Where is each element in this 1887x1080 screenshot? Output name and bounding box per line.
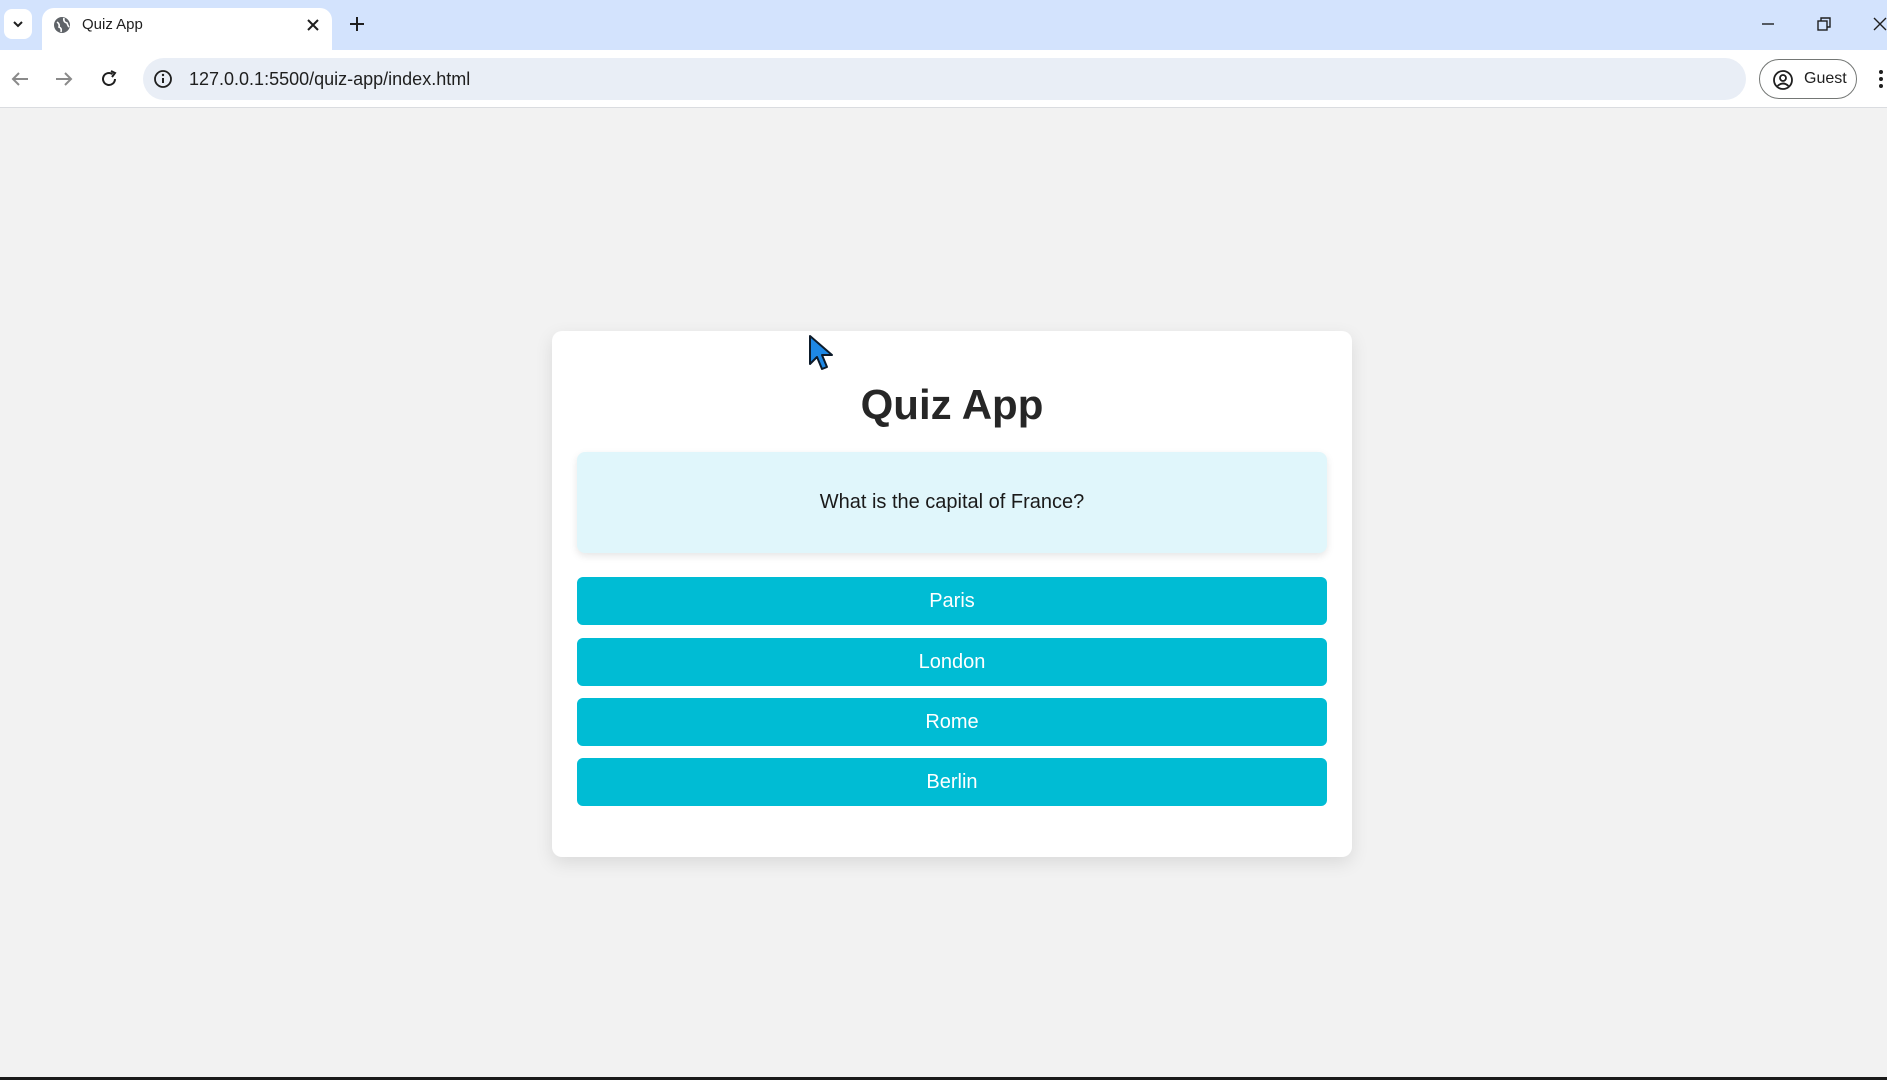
quiz-title: Quiz App [860, 381, 1044, 428]
close-window-icon[interactable] [1870, 14, 1887, 34]
new-tab-icon[interactable] [347, 14, 367, 34]
answer-button-paris[interactable]: Paris [577, 577, 1327, 625]
globe-icon [54, 17, 70, 33]
answer-button-london[interactable]: London [577, 638, 1327, 686]
profile-label: Guest [1804, 70, 1847, 87]
active-tab[interactable]: Quiz App [42, 8, 332, 50]
back-icon[interactable] [8, 67, 32, 91]
site-info-icon[interactable] [153, 69, 173, 89]
tab-title: Quiz App [82, 16, 143, 33]
tab-search-button[interactable] [4, 9, 32, 39]
minimize-icon[interactable] [1758, 14, 1778, 34]
tab-strip: Quiz App [0, 0, 1887, 50]
browser-toolbar: 127.0.0.1:5500/quiz-app/index.html Guest [0, 50, 1887, 108]
mouse-pointer-icon [809, 335, 833, 370]
profile-icon [1773, 70, 1793, 90]
quiz-card: Quiz App What is the capital of France? … [552, 331, 1352, 857]
reload-icon[interactable] [97, 67, 121, 91]
forward-icon[interactable] [52, 67, 76, 91]
question-text: What is the capital of France? [819, 491, 1085, 513]
address-bar[interactable]: 127.0.0.1:5500/quiz-app/index.html [143, 58, 1746, 100]
question-box: What is the capital of France? [577, 452, 1327, 553]
chevron-down-icon [13, 21, 23, 28]
answer-button-berlin[interactable]: Berlin [577, 758, 1327, 806]
profile-button[interactable]: Guest [1759, 59, 1857, 99]
url-text: 127.0.0.1:5500/quiz-app/index.html [189, 69, 471, 89]
close-tab-icon[interactable] [304, 16, 322, 34]
answer-button-rome[interactable]: Rome [577, 698, 1327, 746]
more-menu-icon[interactable] [1876, 67, 1886, 91]
restore-icon[interactable] [1814, 14, 1834, 34]
